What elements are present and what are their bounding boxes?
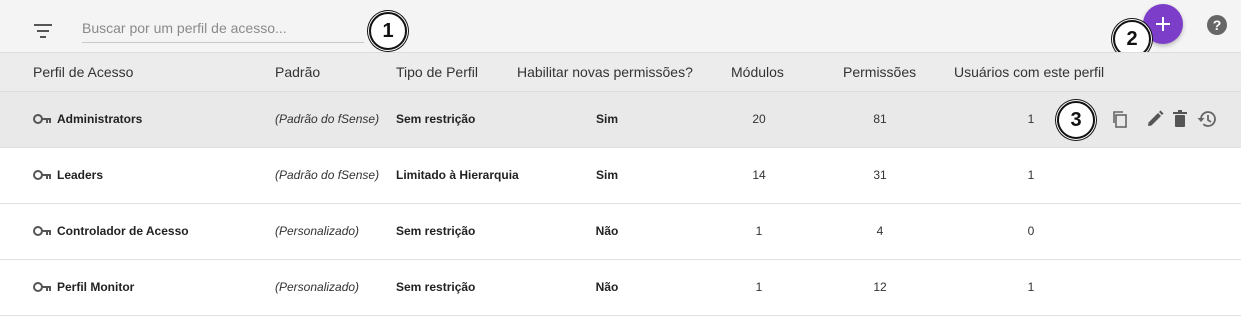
key-icon	[33, 114, 51, 124]
profile-usuarios: 0	[1027, 224, 1035, 238]
profile-modulos: 1	[755, 280, 763, 294]
profile-permissoes: 31	[873, 168, 887, 182]
profile-name: Perfil Monitor	[57, 280, 135, 294]
help-icon[interactable]: ?	[1206, 14, 1228, 36]
search-field	[82, 14, 364, 43]
profile-habilitar: Sim	[595, 168, 618, 182]
table-row[interactable]: Administrators (Padrão do fSense) Sem re…	[0, 92, 1241, 148]
profile-name: Administrators	[57, 112, 143, 126]
search-input[interactable]	[82, 14, 364, 42]
header-usuarios-com-este-perfil[interactable]: Usuários com este perfil	[954, 53, 1104, 91]
table-row[interactable]: Perfil Monitor (Personalizado) Sem restr…	[0, 260, 1241, 316]
header-permissoes[interactable]: Permissões	[843, 53, 916, 91]
callout-1: 1	[369, 12, 407, 50]
profile-habilitar: Não	[595, 224, 619, 238]
row-actions	[1108, 92, 1218, 147]
delete-trash-icon[interactable]	[1170, 109, 1190, 129]
copy-icon[interactable]	[1110, 109, 1130, 129]
profile-padrao: (Padrão do fSense)	[275, 112, 380, 126]
profile-usuarios: 1	[1027, 280, 1035, 294]
profile-modulos: 20	[752, 112, 766, 126]
profile-usuarios: 1	[1027, 168, 1035, 182]
profile-tipo: Sem restrição	[396, 224, 476, 238]
profile-padrao: (Personalizado)	[275, 280, 360, 294]
profile-permissoes: 12	[873, 280, 887, 294]
table-row[interactable]: Controlador de Acesso (Personalizado) Se…	[0, 204, 1241, 260]
profile-habilitar: Sim	[595, 112, 618, 126]
profile-habilitar: Não	[595, 280, 619, 294]
profile-name: Controlador de Acesso	[57, 224, 189, 238]
profile-tipo: Sem restrição	[396, 280, 476, 294]
header-tipo-de-perfil[interactable]: Tipo de Perfil	[396, 53, 478, 91]
profile-tipo: Sem restrição	[396, 112, 476, 126]
table-header: Perfil de Acesso Padrão Tipo de Perfil H…	[0, 52, 1241, 92]
header-habilitar-novas-permissoes[interactable]: Habilitar novas permissões?	[517, 53, 693, 91]
header-perfil-de-acesso[interactable]: Perfil de Acesso	[33, 53, 133, 91]
svg-text:?: ?	[1213, 17, 1222, 33]
table-row[interactable]: Leaders (Padrão do fSense) Limitado à Hi…	[0, 148, 1241, 204]
profile-permissoes: 81	[873, 112, 887, 126]
profile-modulos: 14	[752, 168, 766, 182]
profile-permissoes: 4	[876, 224, 884, 238]
filter-icon[interactable]	[30, 20, 58, 42]
profile-tipo: Limitado à Hierarquia	[396, 168, 519, 182]
edit-pencil-icon[interactable]	[1145, 109, 1165, 129]
key-icon	[33, 226, 51, 236]
header-modulos[interactable]: Módulos	[731, 53, 784, 91]
profile-modulos: 1	[755, 224, 763, 238]
key-icon	[33, 282, 51, 292]
history-icon[interactable]	[1196, 108, 1218, 130]
toolbar: 1 2 ?	[0, 0, 1241, 58]
profile-name: Leaders	[57, 168, 104, 182]
profile-padrao: (Padrão do fSense)	[275, 168, 380, 182]
access-profiles-table: Perfil de Acesso Padrão Tipo de Perfil H…	[0, 52, 1241, 316]
callout-3: 3	[1057, 101, 1095, 139]
header-padrao[interactable]: Padrão	[275, 53, 320, 91]
key-icon	[33, 170, 51, 180]
plus-icon	[1156, 17, 1170, 31]
profile-padrao: (Personalizado)	[275, 224, 360, 238]
profile-usuarios: 1	[1027, 112, 1035, 126]
